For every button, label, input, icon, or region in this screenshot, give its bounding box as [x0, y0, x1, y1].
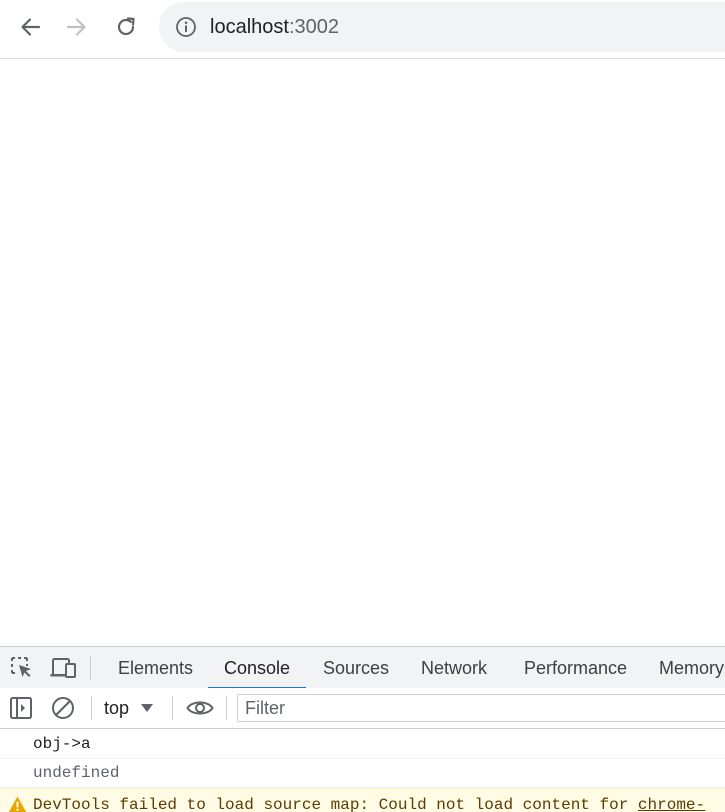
- warning-icon: [8, 796, 27, 812]
- eye-icon: [186, 701, 214, 715]
- reload-icon: [117, 17, 135, 36]
- browser-toolbar: localhost:3002: [0, 0, 725, 59]
- dropdown-triangle-icon: [141, 704, 154, 712]
- inspect-element-icon: [11, 657, 31, 677]
- clear-console-button[interactable]: [50, 696, 76, 720]
- back-button[interactable]: [13, 10, 47, 44]
- console-log-message: obj->a: [0, 729, 725, 759]
- tab-console[interactable]: Console: [208, 647, 306, 689]
- tab-elements[interactable]: Elements: [102, 647, 209, 688]
- url-port: :3002: [288, 16, 339, 38]
- device-toolbar-button[interactable]: [50, 656, 76, 680]
- toolbar-divider: [91, 696, 92, 720]
- back-arrow-icon: [21, 18, 41, 36]
- forward-arrow-icon: [66, 18, 86, 36]
- devtools-panel: Elements Console Sources Network Perform…: [0, 646, 725, 812]
- devtools-tab-bar: Elements Console Sources Network Perform…: [0, 647, 725, 689]
- tab-sources[interactable]: Sources: [307, 647, 405, 688]
- toolbar-divider: [172, 696, 173, 720]
- tab-performance[interactable]: Performance: [508, 647, 643, 688]
- console-toolbar: top: [0, 688, 725, 729]
- warning-text: DevTools failed to load source map: Coul…: [33, 796, 638, 812]
- console-sidebar-button[interactable]: [8, 696, 34, 720]
- page-viewport: [0, 59, 725, 646]
- console-result-message: undefined: [0, 759, 725, 788]
- filter-input[interactable]: [238, 695, 725, 721]
- url-text: localhost:3002: [210, 2, 339, 52]
- tab-network[interactable]: Network: [405, 647, 503, 688]
- toolbar-divider: [226, 696, 227, 720]
- reload-button[interactable]: [109, 10, 143, 44]
- toolbar-divider: [90, 656, 91, 680]
- console-filter[interactable]: [237, 694, 725, 722]
- inspect-element-button[interactable]: [9, 656, 35, 680]
- tab-memory[interactable]: Memory: [643, 647, 725, 688]
- clear-console-icon: [52, 697, 74, 719]
- address-bar[interactable]: localhost:3002: [159, 2, 725, 52]
- device-toggle-icon: [50, 658, 76, 678]
- sidebar-toggle-icon: [10, 697, 32, 719]
- url-host: localhost: [210, 16, 289, 38]
- live-expression-button[interactable]: [185, 696, 215, 720]
- forward-button[interactable]: [60, 10, 94, 44]
- browser-window: localhost:3002 Elements Console Sources …: [0, 0, 725, 812]
- source-map-link[interactable]: chrome-: [638, 796, 705, 812]
- console-warning-message: DevTools failed to load source map: Coul…: [0, 788, 725, 812]
- context-value: top: [104, 697, 130, 718]
- execution-context-select[interactable]: top: [104, 688, 154, 728]
- info-icon[interactable]: [175, 16, 197, 38]
- console-messages: obj->a undefined DevTools failed to load…: [0, 729, 725, 812]
